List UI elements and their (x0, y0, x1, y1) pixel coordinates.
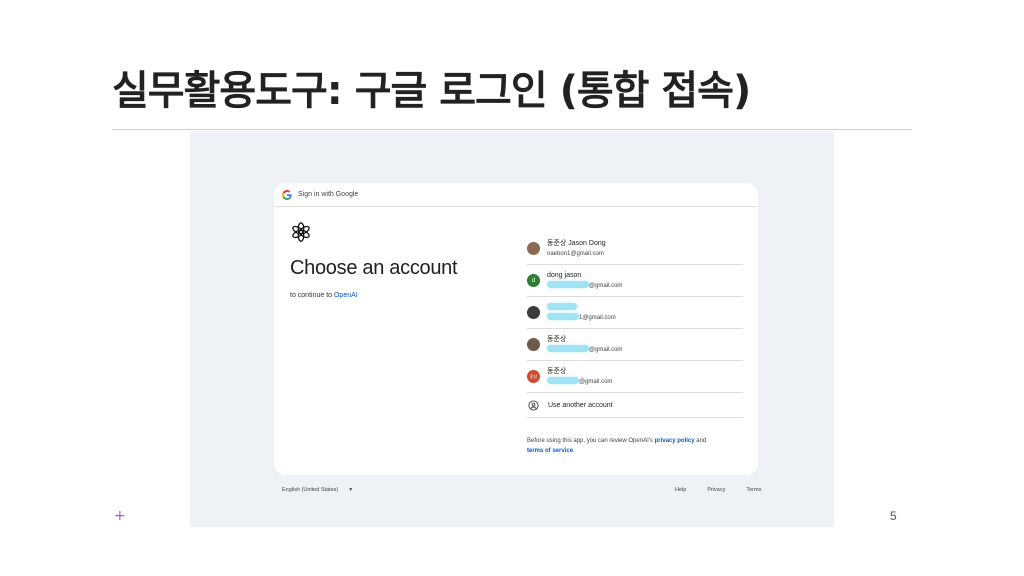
disclaimer-end: . (573, 448, 575, 454)
account-item[interactable]: d dong jason @gmail.com (527, 265, 743, 297)
person-circle-icon (528, 399, 539, 411)
redaction-mark (547, 303, 577, 311)
language-selector[interactable]: English (United States) ▼ (282, 487, 353, 493)
use-another-account-button[interactable]: Use another account (527, 393, 743, 418)
account-email: @gmail.com (589, 346, 623, 353)
account-list: 동준상 Jason Dong naebon1@gmail.com d dong … (527, 233, 743, 456)
redaction-mark (547, 377, 579, 385)
continue-prefix: to continue to (290, 292, 334, 299)
openai-logo-icon (290, 221, 312, 243)
account-email-row: @gmail.com (547, 377, 612, 388)
title-divider (112, 129, 912, 130)
page-number: 5 (890, 509, 897, 523)
avatar: d (527, 274, 540, 287)
account-email: 1@gmail.com (579, 314, 616, 321)
avatar (527, 306, 540, 319)
avatar (527, 338, 540, 351)
signin-left-column: Choose an account to continue to OpenAI (290, 221, 490, 299)
redaction-mark (547, 313, 579, 321)
caret-down-icon: ▼ (348, 487, 354, 493)
account-email: @gmail.com (589, 282, 623, 289)
disclaimer-text: Before using this app, you can review Op… (527, 436, 743, 456)
plus-mark-icon: + (114, 508, 126, 524)
terms-link[interactable]: Terms (746, 487, 761, 493)
account-item[interactable]: 1@gmail.com (527, 297, 743, 329)
continue-to-text: to continue to OpenAI (290, 292, 490, 299)
account-email-row: @gmail.com (547, 345, 622, 356)
footer-links: Help Privacy Terms (675, 487, 782, 493)
redaction-mark (547, 281, 589, 289)
account-email-row: 1@gmail.com (547, 313, 616, 324)
terms-of-service-link[interactable]: terms of service (527, 448, 573, 454)
openai-link[interactable]: OpenAI (334, 292, 358, 299)
avatar: 준상 (527, 370, 540, 383)
account-item[interactable]: 동준상 @gmail.com (527, 329, 743, 361)
account-name: 동준상 (547, 367, 567, 375)
signin-card: Sign in with Google Choose an account to… (274, 183, 758, 475)
use-another-account-label: Use another account (548, 401, 613, 409)
account-name: 동준상 (547, 335, 567, 343)
login-screenshot: Sign in with Google Choose an account to… (190, 131, 834, 527)
account-name-row (547, 302, 616, 313)
account-email: naebon1@gmail.com (547, 250, 604, 257)
account-email: @gmail.com (579, 378, 613, 385)
choose-account-heading: Choose an account (290, 257, 458, 279)
avatar (527, 242, 540, 255)
signin-header-label: Sign in with Google (298, 191, 359, 198)
account-item[interactable]: 동준상 Jason Dong naebon1@gmail.com (527, 233, 743, 265)
account-name: dong jason (547, 271, 582, 279)
google-logo-icon (282, 189, 292, 200)
privacy-policy-link[interactable]: privacy policy (655, 438, 695, 444)
redaction-mark (547, 345, 589, 353)
disclaimer-and: and (694, 438, 707, 444)
help-link[interactable]: Help (675, 487, 686, 493)
account-item[interactable]: 준상 동준상 @gmail.com (527, 361, 743, 393)
account-email-row: @gmail.com (547, 281, 622, 292)
account-name: 동준상 Jason Dong (547, 239, 606, 247)
signin-header: Sign in with Google (274, 183, 758, 207)
slide-title: 실무활용도구: 구글 로그인 (통합 접속) (112, 68, 751, 114)
privacy-link[interactable]: Privacy (707, 487, 725, 493)
disclaimer-prefix: Before using this app, you can review Op… (527, 438, 655, 444)
language-label: English (United States) (282, 487, 339, 493)
